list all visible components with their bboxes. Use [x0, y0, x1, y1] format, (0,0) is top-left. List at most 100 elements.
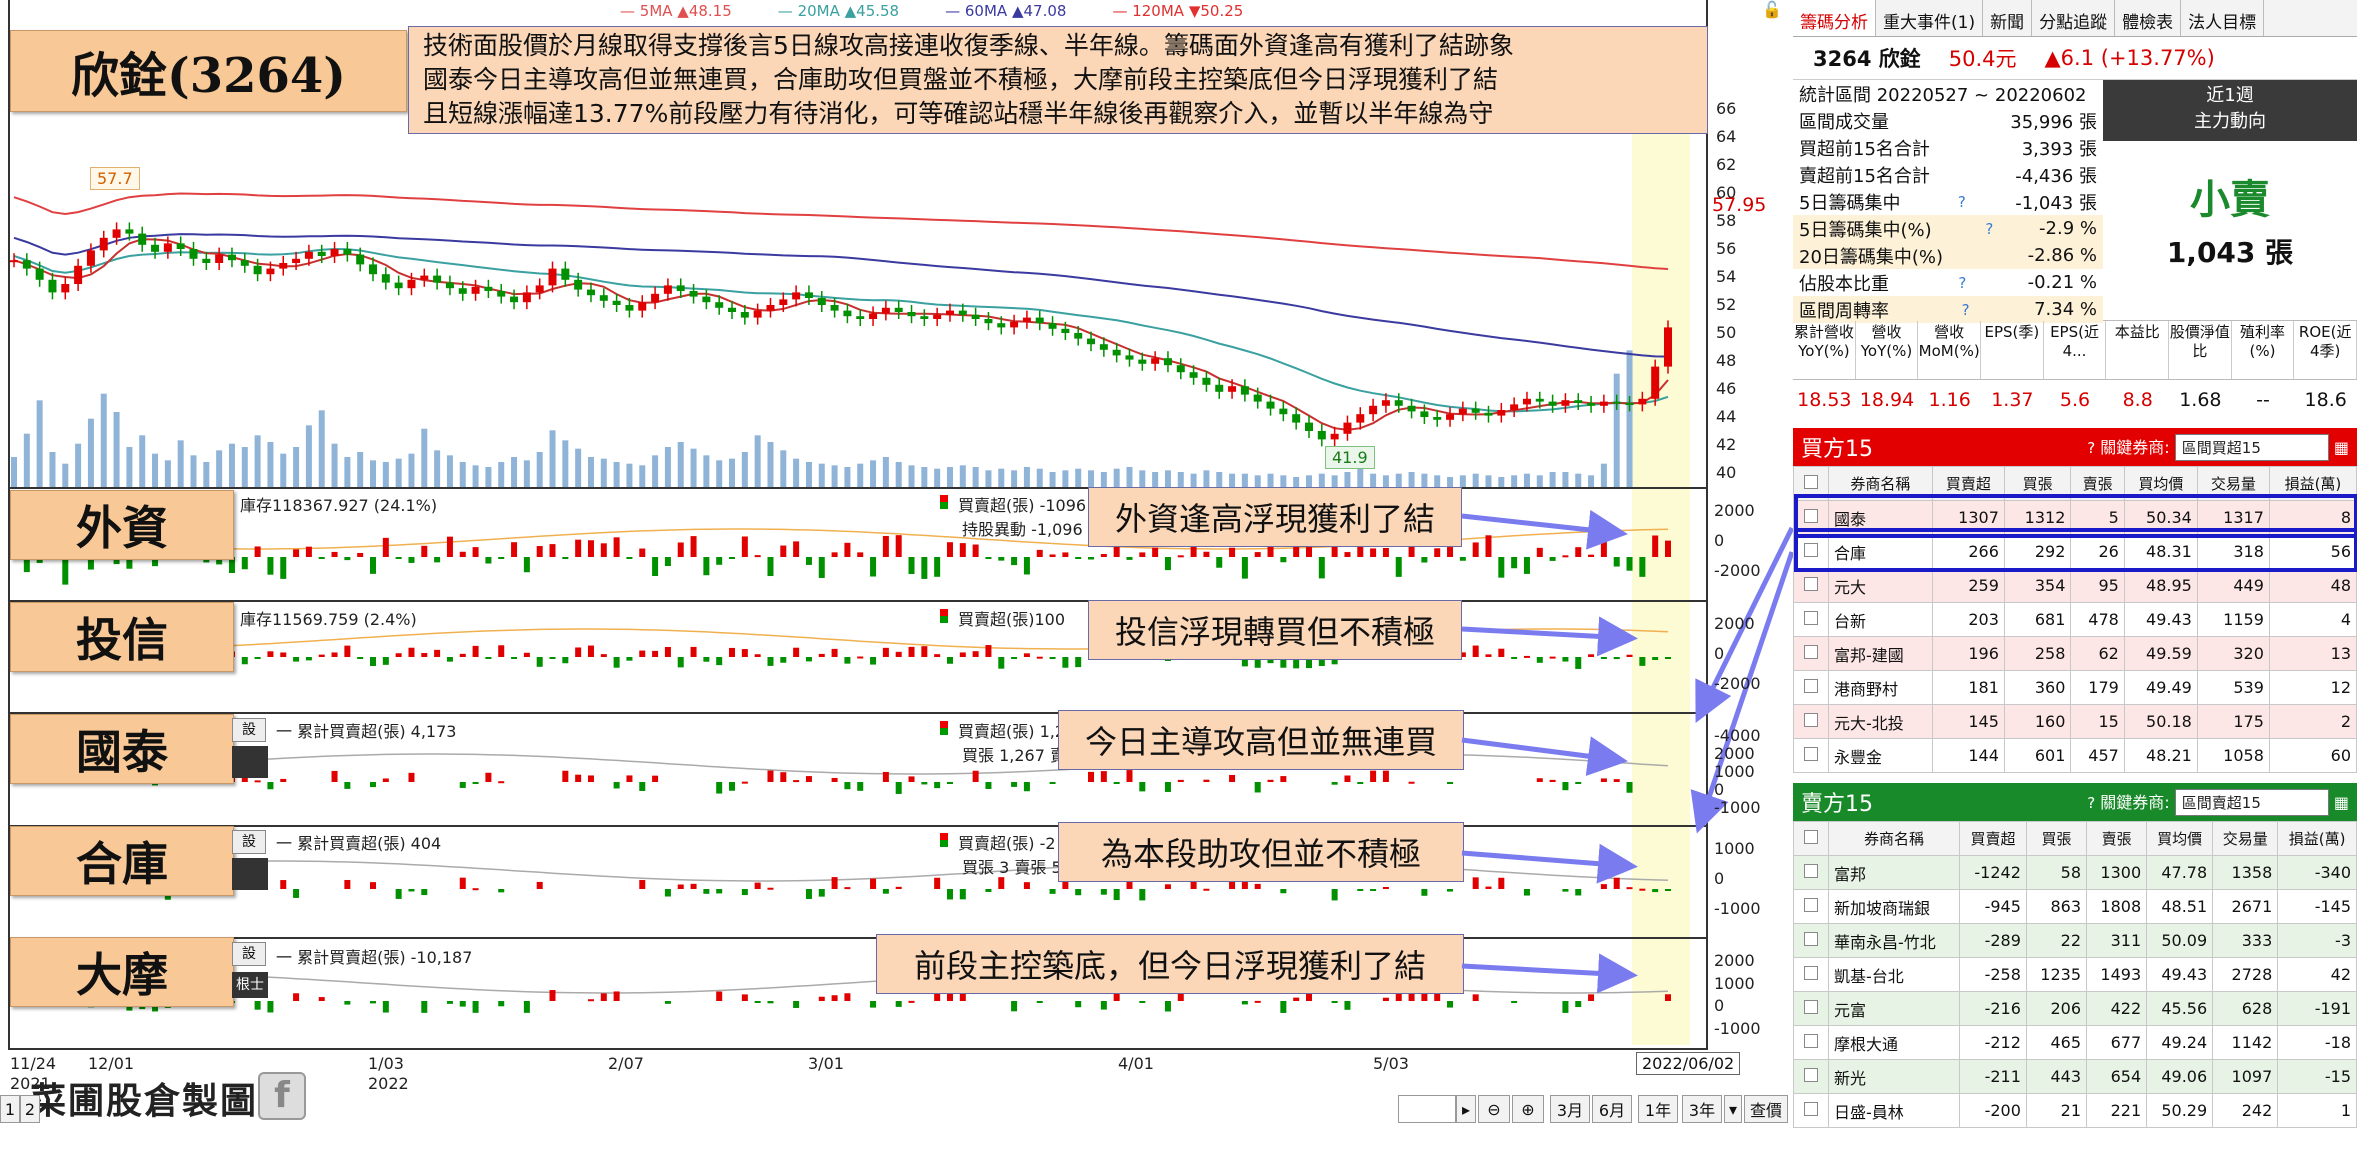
column-header[interactable]: 交易量	[2212, 821, 2279, 856]
table-row[interactable]: 港商野村 181 360 179 49.49 539 12	[1793, 670, 2357, 705]
panel-axis-label: 1000	[1714, 973, 1755, 993]
grid-icon[interactable]: ▦	[2334, 793, 2349, 812]
table-cell: 478	[2070, 602, 2125, 637]
tab-health-check[interactable]: 體檢表	[2115, 0, 2182, 36]
range-1y-button[interactable]: 1年	[1638, 1095, 1678, 1123]
row-checkbox[interactable]	[1793, 855, 1829, 890]
buyers-range-select[interactable]: 區間買超15	[2174, 433, 2329, 461]
column-header[interactable]: 買賣超	[1959, 821, 2027, 856]
arrow	[1461, 616, 1638, 657]
row-checkbox[interactable]	[1793, 991, 1829, 1026]
table-cell: -211	[1959, 1059, 2027, 1094]
zoom-out-icon[interactable]: ⊖	[1478, 1095, 1510, 1123]
table-cell: 311	[2086, 923, 2148, 958]
column-header[interactable]: 買張	[2025, 821, 2088, 856]
dropdown-icon[interactable]: ▾	[1724, 1095, 1742, 1123]
scroll-right-icon[interactable]: ▸	[1456, 1095, 1476, 1123]
row-checkbox[interactable]	[1793, 738, 1829, 773]
stats-value: -1,043 張	[2015, 192, 2097, 214]
table-cell: 47.78	[2146, 855, 2214, 890]
table-cell: 1235	[2025, 957, 2088, 992]
table-row[interactable]: 華南永昌-竹北 -289 22 311 50.09 333 -3	[1793, 923, 2357, 958]
tab-branch-tracking[interactable]: 分點追蹤	[2032, 0, 2116, 36]
stats-period: 統計區間 20220527 ~ 20220602	[1799, 84, 2087, 106]
date-input[interactable]	[1398, 1095, 1456, 1123]
range-3y-button[interactable]: 3年	[1682, 1095, 1722, 1123]
stats-value: 7.34 %	[2034, 299, 2097, 320]
row-checkbox[interactable]	[1793, 1025, 1829, 1060]
table-row[interactable]: 元大-北投 145 160 15 50.18 175 2	[1793, 704, 2357, 739]
column-header[interactable]: 券商名稱	[1827, 821, 1961, 856]
row-checkbox[interactable]	[1793, 636, 1829, 671]
table-cell: 2728	[2212, 957, 2279, 992]
column-header[interactable]: 賣張	[2086, 821, 2148, 856]
table-row[interactable]: 新光 -211 443 654 49.06 1097 -15	[1793, 1059, 2357, 1094]
help-icon[interactable]: ?	[2087, 794, 2095, 812]
facebook-icon[interactable]: f	[258, 1072, 306, 1120]
column-header[interactable]: 買均價	[2146, 821, 2214, 856]
row-checkbox[interactable]	[1793, 704, 1829, 739]
tab-news[interactable]: 新聞	[1983, 0, 2033, 36]
help-icon[interactable]: ?	[1962, 301, 1970, 319]
table-row[interactable]: 永豐金 144 601 457 48.21 1058 60	[1793, 738, 2357, 773]
lock-icon[interactable]: 🔓	[1762, 0, 1782, 19]
row-checkbox[interactable]	[1793, 602, 1829, 637]
row-checkbox[interactable]	[1793, 957, 1829, 992]
zoom-in-icon[interactable]: ⊕	[1512, 1095, 1544, 1123]
panel-axis-label: 0	[1714, 996, 1725, 1015]
financial-header: 殖利率(%)	[2232, 321, 2295, 379]
page-number-button[interactable]: 1	[0, 1095, 20, 1123]
table-row[interactable]: 富邦 -1242 58 1300 47.78 1358 -340	[1793, 855, 2357, 890]
tab-major-events[interactable]: 重大事件(1)	[1876, 0, 1984, 36]
column-header[interactable]: 損益(萬)	[2277, 821, 2357, 856]
table-row[interactable]: 新加坡商瑞銀 -945 863 1808 48.51 2671 -145	[1793, 889, 2357, 924]
row-checkbox[interactable]	[1793, 889, 1829, 924]
row-checkbox[interactable]	[1793, 1093, 1829, 1128]
help-icon[interactable]: ?	[2087, 439, 2095, 457]
arrow	[1461, 953, 1638, 994]
tab-institution-target[interactable]: 法人目標	[2181, 0, 2265, 36]
range-6m-button[interactable]: 6月	[1592, 1095, 1632, 1123]
row-checkbox[interactable]	[1793, 670, 1829, 705]
broker-name: 日盛-員林	[1827, 1093, 1961, 1128]
price-lookup-button[interactable]: 查價	[1744, 1095, 1788, 1123]
page-number-button[interactable]: 2	[20, 1095, 40, 1123]
buyers-header: 買方15 ? 關鍵券商: 區間買超15 ▦	[1793, 428, 2357, 466]
table-cell: 145	[1931, 704, 2005, 739]
table-row[interactable]: 台新 203 681 478 49.43 1159 4	[1793, 602, 2357, 637]
select-all-checkbox[interactable]	[1793, 821, 1829, 856]
help-icon[interactable]: ?	[1958, 274, 1966, 292]
help-icon[interactable]: ?	[1985, 220, 1993, 238]
current-date-label: 2022/06/02	[1636, 1052, 1741, 1075]
table-row[interactable]: 元富 -216 206 422 45.56 628 -191	[1793, 991, 2357, 1026]
table-cell: 539	[2196, 670, 2270, 705]
table-cell: 48.95	[2123, 568, 2198, 603]
row-checkbox[interactable]	[1793, 1059, 1829, 1094]
chip-analysis-panel: 籌碼分析 重大事件(1) 新聞 分點追蹤 體檢表 法人目標 3264 欣銓 50…	[1793, 0, 2357, 1152]
grid-icon[interactable]: ▦	[2334, 438, 2349, 457]
row-checkbox[interactable]	[1793, 923, 1829, 958]
table-cell: 48	[2268, 568, 2357, 603]
table-cell: 181	[1931, 670, 2005, 705]
tab-chip-analysis[interactable]: 籌碼分析	[1793, 0, 1876, 36]
panel-axis-label: 2000	[1714, 501, 1755, 520]
main-force-period: 近1週	[2206, 85, 2254, 106]
table-cell: 60	[2268, 738, 2357, 773]
table-cell: 422	[2086, 991, 2148, 1026]
table-cell: 443	[2025, 1059, 2088, 1094]
range-3m-button[interactable]: 3月	[1550, 1095, 1590, 1123]
sellers-range-select[interactable]: 區間賣超15	[2174, 788, 2329, 816]
table-row[interactable]: 日盛-員林 -200 21 221 50.29 242 1	[1793, 1093, 2357, 1128]
table-row[interactable]: 富邦-建國 196 258 62 49.59 320 13	[1793, 636, 2357, 671]
stats-label: 賣超前15名合計	[1799, 165, 1930, 187]
table-cell: 1159	[2196, 602, 2270, 637]
table-row[interactable]: 摩根大通 -212 465 677 49.24 1142 -18	[1793, 1025, 2357, 1060]
table-row[interactable]: 凱基-台北 -258 1235 1493 49.43 2728 42	[1793, 957, 2357, 992]
table-row[interactable]: 元大 259 354 95 48.95 449 48	[1793, 568, 2357, 603]
help-icon[interactable]: ?	[1958, 193, 1966, 211]
row-checkbox[interactable]	[1793, 568, 1829, 603]
stats-label: 區間周轉率	[1799, 300, 1889, 322]
financial-value: 18.94	[1859, 389, 1915, 411]
financial-headers: 累計營收YoY(%) 營收YoY(%) 營收MoM(%) EPS(季) EPS(近4..…	[1793, 321, 2357, 380]
financial-value: 18.53	[1797, 389, 1852, 411]
